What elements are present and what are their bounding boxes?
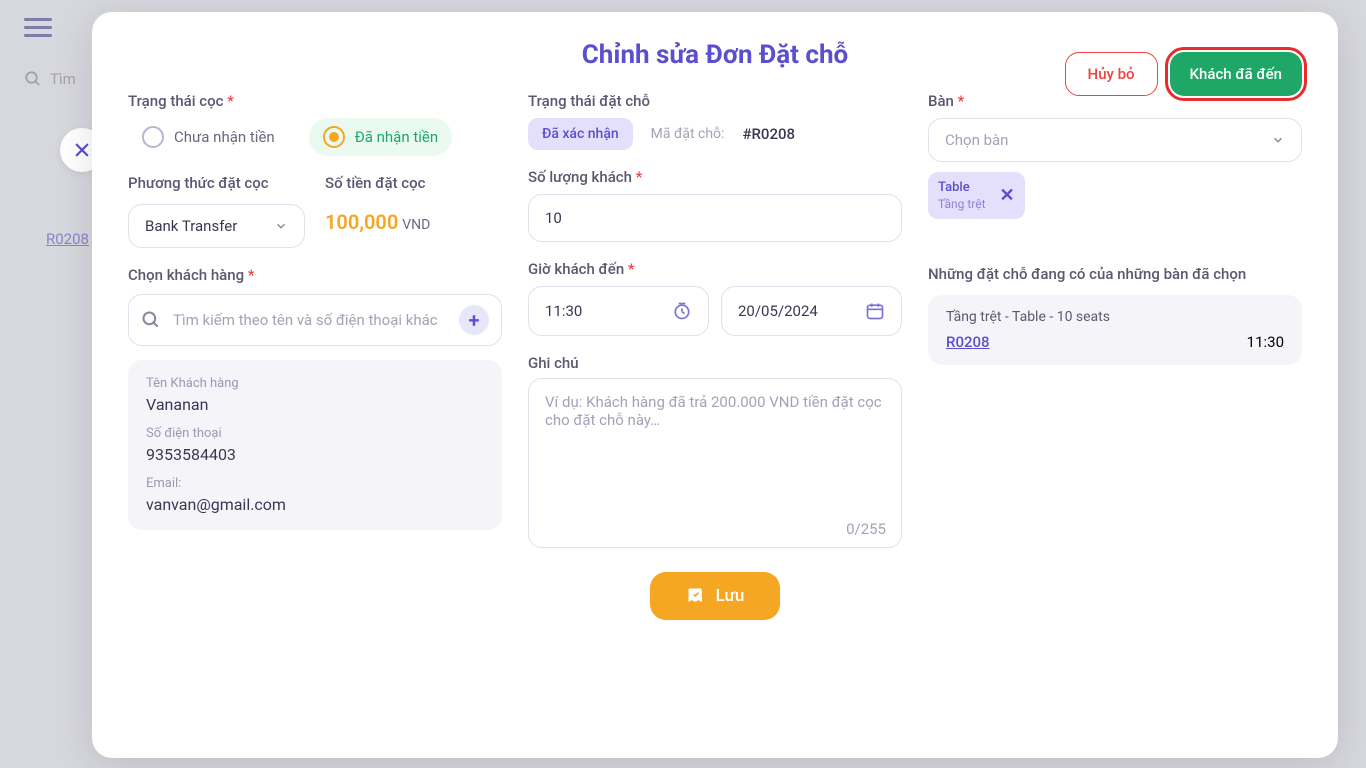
chip-table-name: Table xyxy=(938,180,986,195)
deposit-amount-label: Số tiền đặt cọc xyxy=(325,174,502,192)
char-count: 0/255 xyxy=(846,520,886,538)
existing-reservation-link[interactable]: R0208 xyxy=(946,333,990,351)
save-icon xyxy=(686,586,706,606)
customer-email-label: Email: xyxy=(146,476,484,491)
search-icon xyxy=(141,310,161,330)
customer-search-field[interactable]: + xyxy=(128,294,502,346)
edit-reservation-modal: Chỉnh sửa Đơn Đặt chỗ Hủy bỏ Khách đã đế… xyxy=(92,12,1338,758)
calendar-icon xyxy=(865,301,885,321)
customer-phone-value: 9353584403 xyxy=(146,445,484,464)
radio-icon xyxy=(142,126,164,148)
existing-reservation-time: 11:30 xyxy=(1247,333,1284,351)
deposit-status-label: Trạng thái cọc * xyxy=(128,92,502,110)
table-select[interactable]: Chọn bàn xyxy=(928,118,1302,162)
save-button[interactable]: Lưu xyxy=(650,572,781,620)
customer-card: Tên Khách hàng Vananan Số điện thoại 935… xyxy=(128,360,502,530)
arrival-time-input[interactable]: 11:30 xyxy=(528,286,709,336)
cancel-button[interactable]: Hủy bỏ xyxy=(1065,52,1158,96)
customer-name-label: Tên Khách hàng xyxy=(146,376,484,391)
reservation-code-value: #R0208 xyxy=(742,125,795,143)
status-badge: Đã xác nhận xyxy=(528,118,633,150)
add-customer-button[interactable]: + xyxy=(459,305,489,335)
reservation-code-label: Mã đặt chỗ: xyxy=(651,126,725,142)
existing-table-title: Tầng trệt - Table - 10 seats xyxy=(946,309,1284,325)
chevron-down-icon xyxy=(1271,133,1285,147)
note-label: Ghi chú xyxy=(528,354,902,372)
radio-icon xyxy=(323,126,345,148)
guest-arrived-button[interactable]: Khách đã đến xyxy=(1170,52,1302,96)
close-icon xyxy=(73,141,91,159)
deposit-method-label: Phương thức đặt cọc xyxy=(128,174,305,192)
reservation-status-label: Trạng thái đặt chỗ xyxy=(528,92,902,110)
arrival-date-input[interactable]: 20/05/2024 xyxy=(721,286,902,336)
customer-email-value: vanvan@gmail.com xyxy=(146,495,484,514)
arrival-time-label: Giờ khách đến * xyxy=(528,260,902,278)
clock-icon xyxy=(672,301,692,321)
chip-table-floor: Tầng trệt xyxy=(938,197,986,211)
chip-remove-button[interactable]: ✕ xyxy=(1000,185,1015,206)
radio-deposit-received[interactable]: Đã nhận tiền xyxy=(309,118,452,156)
customer-phone-label: Số điện thoại xyxy=(146,426,484,441)
chevron-down-icon xyxy=(274,219,288,233)
guest-count-input[interactable]: 10 xyxy=(528,194,902,242)
existing-reservations-label: Những đặt chỗ đang có của những bàn đã c… xyxy=(928,265,1302,283)
deposit-amount-value: 100,000VND xyxy=(325,210,502,234)
guest-count-label: Số lượng khách * xyxy=(528,168,902,186)
customer-select-label: Chọn khách hàng * xyxy=(128,266,502,284)
customer-search-input[interactable] xyxy=(171,310,449,330)
existing-reservation-card: Tầng trệt - Table - 10 seats R0208 11:30 xyxy=(928,295,1302,365)
deposit-method-select[interactable]: Bank Transfer xyxy=(128,204,305,248)
table-chip: Table Tầng trệt ✕ xyxy=(928,172,1025,219)
radio-deposit-unreceived[interactable]: Chưa nhận tiền xyxy=(128,118,289,156)
customer-name-value: Vananan xyxy=(146,395,484,414)
